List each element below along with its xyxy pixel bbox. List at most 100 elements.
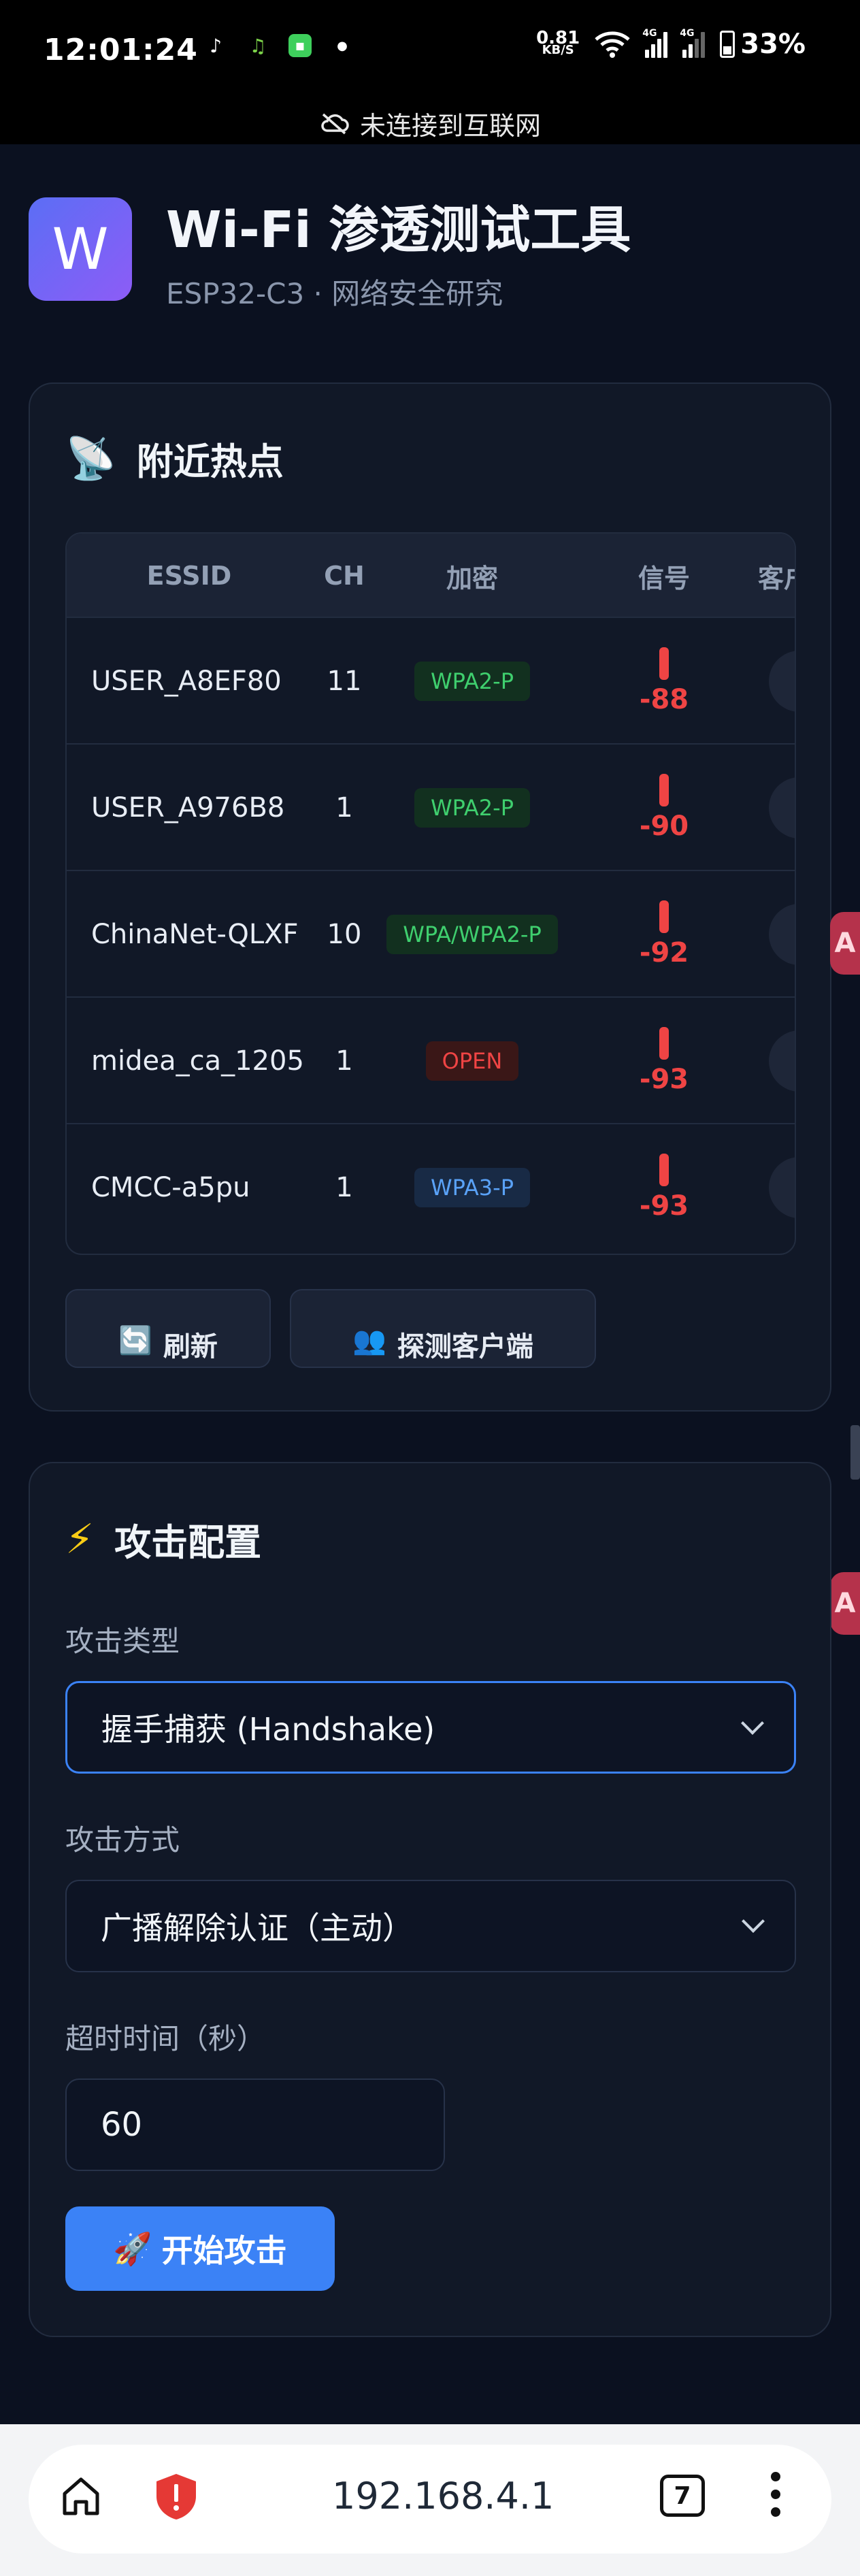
- signal-bar-icon: [659, 1154, 669, 1186]
- attack-config-header: ⚡ 攻击配置: [65, 1512, 261, 1566]
- col-ch: CH: [324, 561, 365, 591]
- more-notifications-icon: ●: [337, 38, 348, 53]
- refresh-icon: 🔄: [118, 1325, 152, 1356]
- message-app-icon: ▪: [288, 34, 312, 57]
- encryption-badge: OPEN: [425, 1041, 519, 1081]
- encryption-badge: WPA2-P: [414, 788, 530, 828]
- essid-cell: midea_ca_1205: [91, 1045, 304, 1077]
- music-icon: ♫: [249, 34, 267, 57]
- table-row[interactable]: USER_A8EF80 11 WPA2-P -88: [67, 618, 795, 745]
- app-logo: W: [29, 197, 132, 301]
- rocket-icon: 🚀: [113, 2230, 152, 2267]
- users-icon: 👥: [352, 1325, 386, 1356]
- signal-cell: -93: [616, 998, 712, 1124]
- channel-cell: 1: [335, 792, 353, 824]
- page-subtitle: ESP32-C3 · 网络安全研究: [166, 277, 503, 310]
- status-time: 12:01:24: [44, 33, 198, 67]
- hotspots-card: 📡 附近热点 ESSID CH 加密 信号 客户 USER_A8EF80 11 …: [29, 382, 831, 1412]
- battery-percent: 33%: [740, 29, 806, 60]
- status-right: 0.81 KB/S 4G 4G 33%: [536, 28, 806, 60]
- col-signal: 信号: [638, 563, 690, 593]
- clients-button[interactable]: [769, 1157, 795, 1218]
- hotspots-title: 附近热点: [136, 440, 284, 483]
- col-enc: 加密: [446, 563, 498, 593]
- attack-type-label: 攻击类型: [65, 1625, 180, 1658]
- timeout-input[interactable]: 60: [65, 2078, 445, 2171]
- signal-cell: -90: [616, 745, 712, 871]
- refresh-button[interactable]: 🔄 刷新: [65, 1289, 271, 1368]
- home-icon[interactable]: [61, 2476, 101, 2517]
- attack-method-select[interactable]: 广播解除认证（主动）: [65, 1880, 796, 1972]
- encryption-cell: OPEN: [377, 998, 567, 1124]
- cell-signal-1-icon: 4G: [642, 28, 668, 58]
- floating-translate-badge[interactable]: A: [830, 1572, 860, 1635]
- channel-cell: 11: [327, 666, 362, 697]
- clients-button[interactable]: [769, 904, 795, 965]
- table-row[interactable]: midea_ca_1205 1 OPEN -93: [67, 998, 795, 1124]
- floating-translate-badge[interactable]: A: [830, 912, 860, 975]
- lightning-icon: ⚡: [65, 1515, 95, 1563]
- offline-banner: 未连接到互联网: [0, 102, 860, 144]
- signal-value: -92: [639, 937, 689, 968]
- timeout-label: 超时时间（秒）: [65, 2022, 266, 2055]
- tabs-button[interactable]: 7: [660, 2475, 705, 2517]
- probe-clients-button[interactable]: 👥 探测客户端: [290, 1289, 596, 1368]
- table-header: ESSID CH 加密 信号 客户: [67, 534, 795, 618]
- page-scrollbar[interactable]: [850, 1425, 860, 1480]
- encryption-cell: WPA/WPA2-P: [377, 871, 567, 998]
- cloud-off-icon: [321, 113, 349, 135]
- signal-bar-icon: [659, 774, 669, 806]
- signal-value: -88: [639, 684, 689, 715]
- satellite-antenna-icon: 📡: [65, 435, 116, 483]
- cell-signal-2-label: 4G: [680, 28, 695, 39]
- attack-type-value: 握手捕获 (Handshake): [101, 1711, 435, 1748]
- table-row[interactable]: USER_A976B8 1 WPA2-P -90: [67, 745, 795, 871]
- attack-type-select[interactable]: 握手捕获 (Handshake): [65, 1681, 796, 1774]
- signal-cell: -92: [616, 871, 712, 998]
- url-text[interactable]: 192.168.4.1: [332, 2475, 554, 2517]
- table-row[interactable]: CMCC-a5pu 1 WPA3-P -93: [67, 1124, 795, 1251]
- clients-button[interactable]: [769, 1030, 795, 1092]
- attack-method-value: 广播解除认证（主动）: [101, 1910, 414, 1946]
- chevron-down-icon: [741, 1712, 764, 1735]
- clients-button[interactable]: [769, 777, 795, 838]
- probe-clients-label: 探测客户端: [397, 1331, 533, 1363]
- channel-cell: 1: [335, 1172, 353, 1203]
- start-attack-label: 开始攻击: [161, 2232, 287, 2269]
- network-speed: 0.81 KB/S: [536, 29, 580, 56]
- signal-value: -90: [639, 811, 689, 842]
- signal-cell: -93: [616, 1124, 712, 1251]
- hotspots-header: 📡 附近热点: [65, 431, 284, 485]
- signal-value: -93: [639, 1064, 689, 1095]
- wifi-icon: [595, 31, 630, 58]
- signal-bar-icon: [659, 1027, 669, 1060]
- hotspots-table[interactable]: ESSID CH 加密 信号 客户 USER_A8EF80 11 WPA2-P …: [65, 532, 796, 1255]
- encryption-badge: WPA/WPA2-P: [386, 915, 558, 954]
- encryption-cell: WPA2-P: [377, 618, 567, 745]
- cell-signal-1-label: 4G: [642, 28, 657, 39]
- page-title: Wi-Fi 渗透测试工具: [166, 201, 631, 259]
- status-bar: 12:01:24 ♪ ♫ ▪ ● 0.81 KB/S 4G 4G 33%: [0, 0, 860, 102]
- tiktok-icon: ♪: [210, 34, 222, 57]
- clients-button[interactable]: [769, 651, 795, 712]
- signal-bar-icon: [659, 900, 669, 933]
- table-row[interactable]: ChinaNet-QLXF 10 WPA/WPA2-P -92: [67, 871, 795, 998]
- signal-bar-icon: [659, 647, 669, 680]
- attack-config-card: ⚡ 攻击配置 攻击类型 握手捕获 (Handshake) 攻击方式 广播解除认证…: [29, 1462, 831, 2337]
- essid-cell: CMCC-a5pu: [91, 1172, 250, 1203]
- more-menu-icon[interactable]: [769, 2472, 782, 2517]
- battery: 33%: [720, 29, 806, 60]
- signal-cell: -88: [616, 618, 712, 745]
- battery-icon: [720, 31, 735, 58]
- encryption-badge: WPA2-P: [414, 662, 530, 701]
- attack-method-label: 攻击方式: [65, 1823, 180, 1857]
- essid-cell: USER_A976B8: [91, 792, 285, 824]
- shield-warning-icon[interactable]: [154, 2472, 199, 2521]
- essid-cell: ChinaNet-QLXF: [91, 919, 299, 950]
- refresh-label: 刷新: [163, 1331, 218, 1363]
- attack-config-title: 攻击配置: [114, 1521, 262, 1564]
- chevron-down-icon: [742, 1910, 765, 1933]
- web-page: W Wi-Fi 渗透测试工具 ESP32-C3 · 网络安全研究 📡 附近热点 …: [0, 144, 860, 2424]
- start-attack-button[interactable]: 🚀 开始攻击: [65, 2206, 335, 2291]
- signal-value: -93: [639, 1190, 689, 1222]
